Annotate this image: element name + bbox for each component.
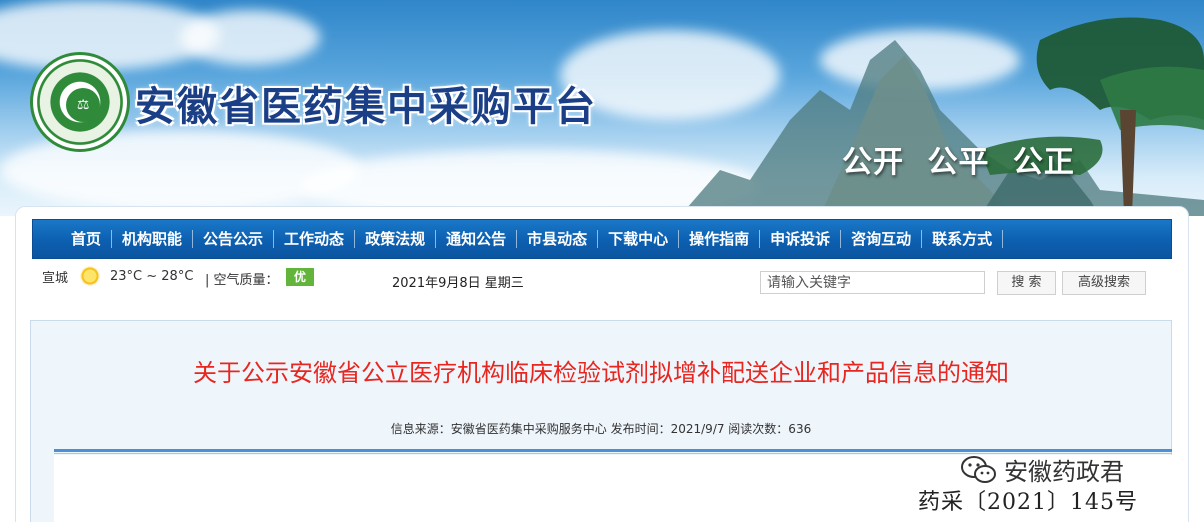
air-quality-label: | 空气质量： [205, 273, 279, 288]
site-logo[interactable]: ⚖ [30, 52, 130, 152]
watermark-text: 安徽药政君 [1004, 458, 1124, 486]
current-date: 2021年9月8日 星期三 [392, 276, 524, 291]
main-nav: 首页 机构职能 公告公示 工作动态 政策法规 通知公告 市县动态 下载中心 操作… [32, 219, 1172, 259]
slogan-item: 公开 [842, 145, 904, 180]
document-number: 药采〔2021〕145号 [918, 490, 1138, 515]
air-quality-badge: 优 [286, 268, 314, 286]
nav-item-home[interactable]: 首页 [61, 220, 111, 258]
mountain-illustration [680, 17, 1204, 216]
sun-icon [80, 266, 100, 286]
search-input[interactable] [760, 271, 985, 294]
weather-city: 宣城 [42, 271, 69, 286]
banner-cloud [180, 10, 320, 65]
site-title: 安徽省医药集中采购平台 [135, 83, 597, 130]
nav-item-complaints[interactable]: 申诉投诉 [760, 220, 840, 258]
slogan: 公开 公平 公正 [842, 137, 1087, 181]
nav-item-consult[interactable]: 咨询互动 [841, 220, 921, 258]
header-banner: ⚖ 安徽省医药集中采购平台 公开 公平 公正 [0, 0, 1204, 216]
slogan-item: 公正 [1012, 145, 1075, 180]
nav-item-policies[interactable]: 政策法规 [355, 220, 435, 258]
nav-divider [1002, 230, 1004, 248]
wechat-icon [960, 455, 998, 485]
search-button[interactable]: 搜 索 [997, 271, 1056, 295]
nav-item-notices[interactable]: 通知公告 [436, 220, 516, 258]
nav-item-contact[interactable]: 联系方式 [922, 220, 1002, 258]
slogan-item: 公平 [927, 145, 990, 180]
nav-item-functions[interactable]: 机构职能 [112, 220, 192, 258]
weather-temperature: 23°C ~ 28°C [110, 269, 194, 284]
watermark: 安徽药政君 [960, 452, 1124, 487]
scale-icon: ⚖ [66, 88, 100, 122]
nav-item-guide[interactable]: 操作指南 [679, 220, 759, 258]
nav-item-downloads[interactable]: 下载中心 [598, 220, 678, 258]
advanced-search-button[interactable]: 高级搜索 [1062, 271, 1146, 295]
article-title: 关于公示安徽省公立医疗机构临床检验试剂拟增补配送企业和产品信息的通知 [193, 359, 1009, 387]
nav-item-announcements[interactable]: 公告公示 [193, 220, 273, 258]
nav-item-work-news[interactable]: 工作动态 [274, 220, 354, 258]
article-meta: 信息来源：安徽省医药集中采购服务中心 发布时间：2021/9/7 阅读次数：63… [390, 422, 812, 436]
nav-item-county-news[interactable]: 市县动态 [517, 220, 597, 258]
